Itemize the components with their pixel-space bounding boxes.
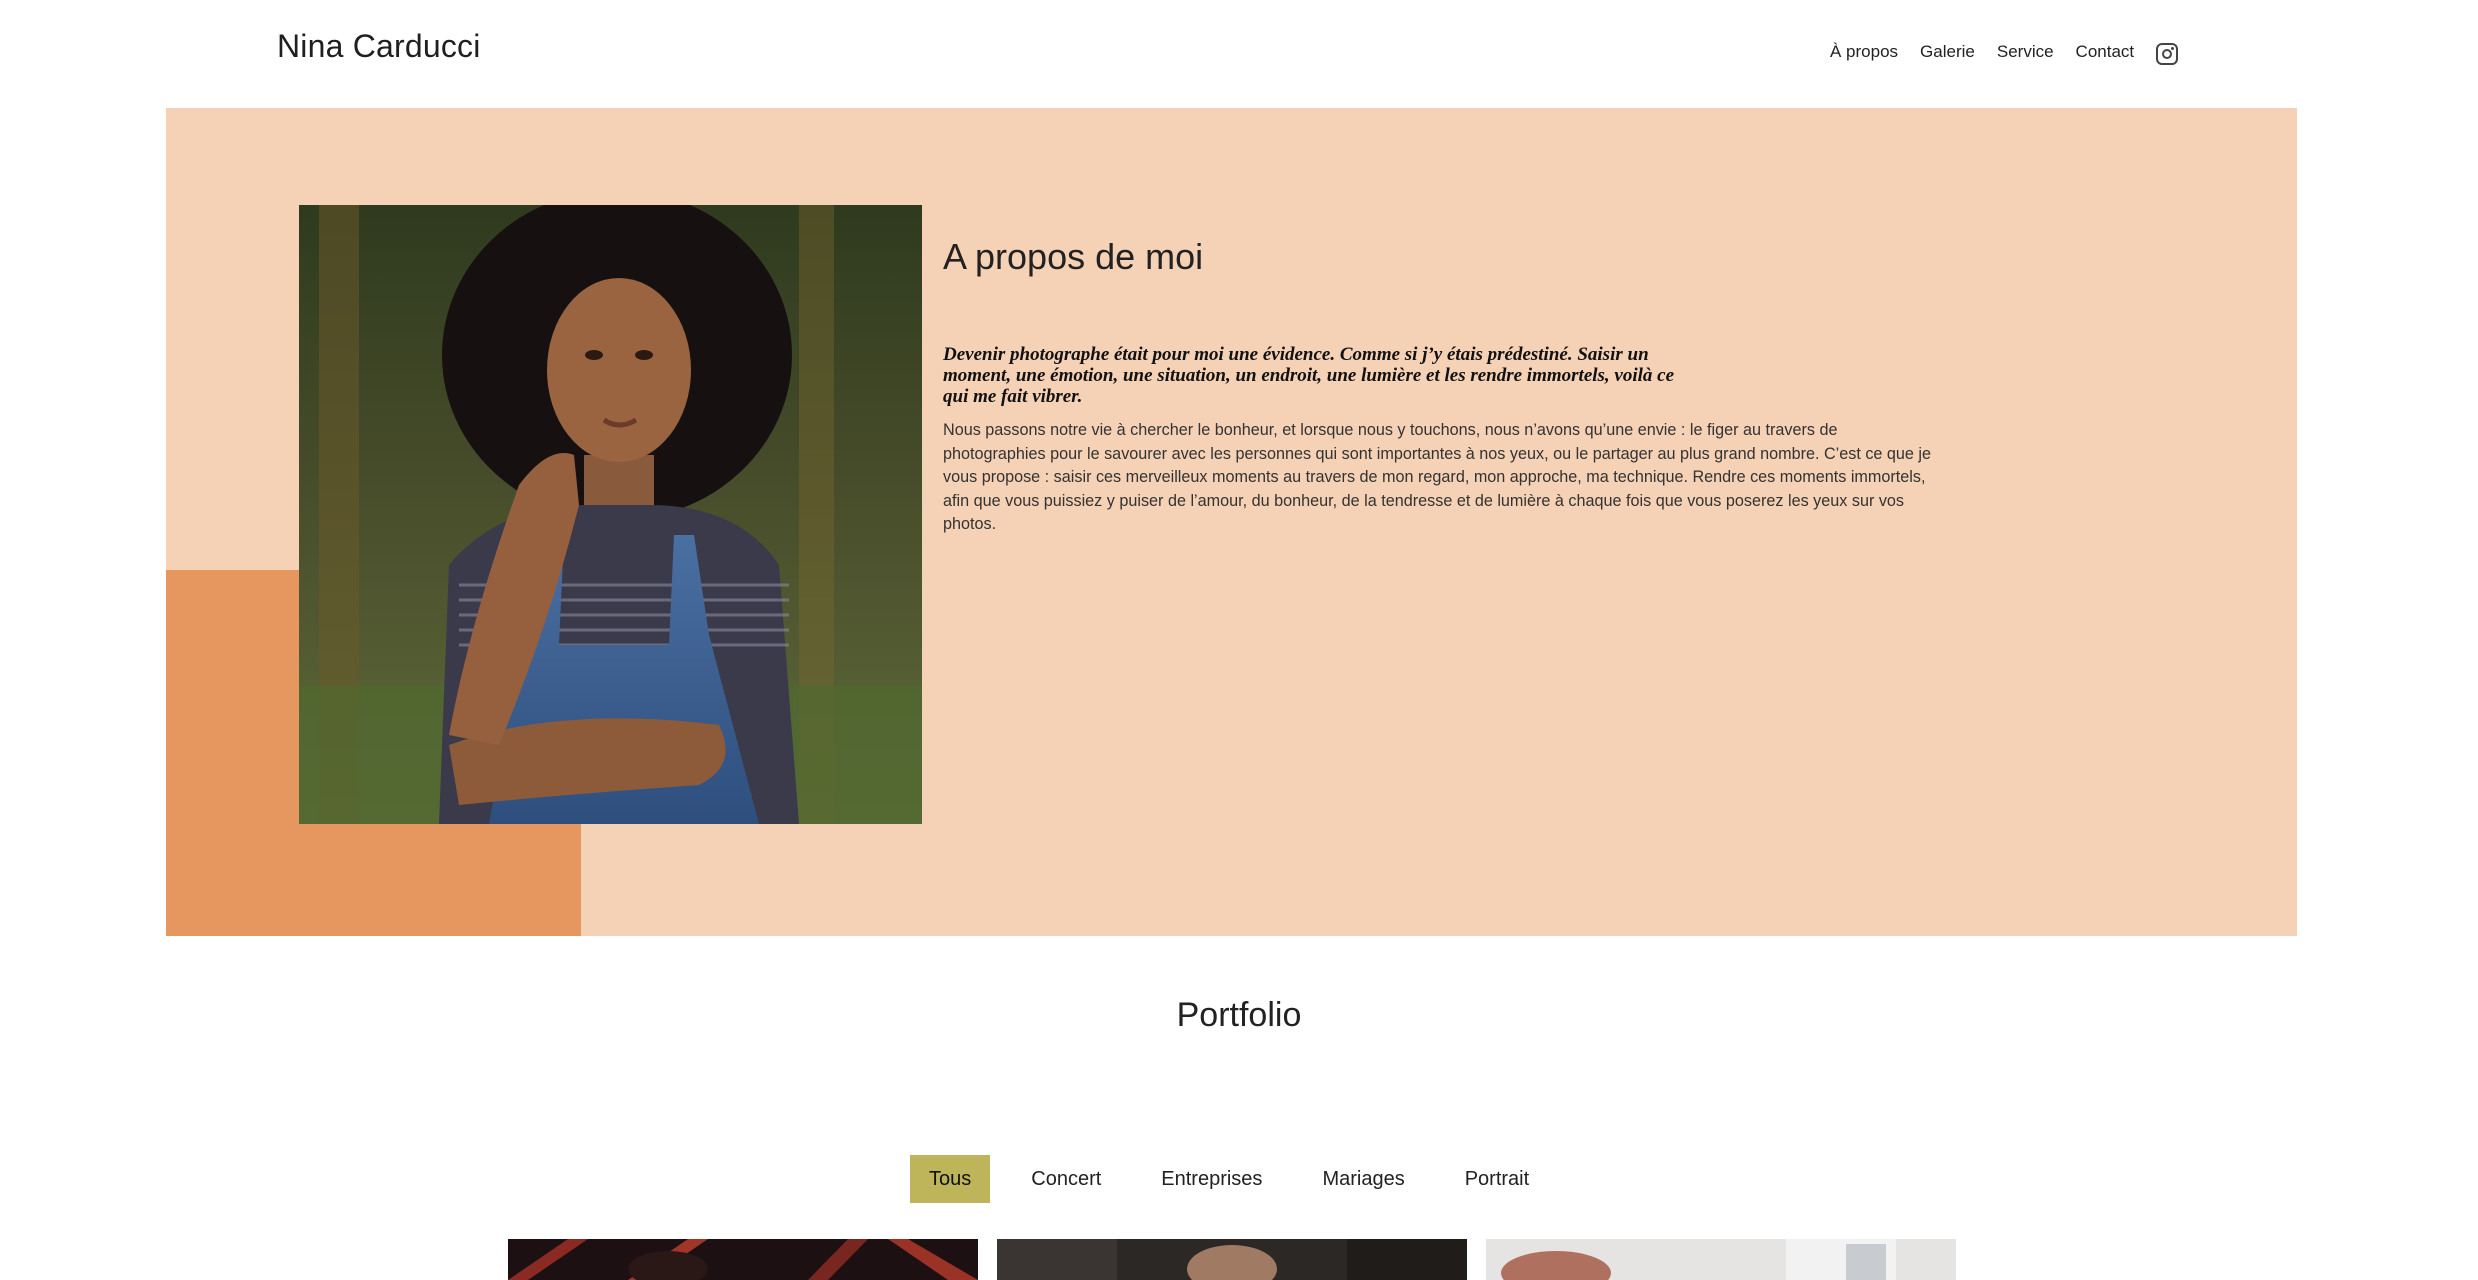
filter-mariages[interactable]: Mariages (1303, 1155, 1423, 1203)
site-title[interactable]: Nina Carducci (277, 28, 481, 65)
gallery-image-mariages[interactable] (1486, 1239, 1956, 1280)
about-title: A propos de moi (943, 236, 1204, 277)
nav-link-contact[interactable]: Contact (2076, 42, 2135, 62)
gallery-image-concert[interactable] (508, 1239, 978, 1280)
filter-concert[interactable]: Concert (1012, 1155, 1120, 1203)
filter-entreprises[interactable]: Entreprises (1142, 1155, 1281, 1203)
filter-tous[interactable]: Tous (910, 1155, 991, 1203)
about-quote: Devenir photographe était pour moi une é… (943, 344, 1675, 407)
about-section: A propos de moi Devenir photographe étai… (166, 108, 2297, 936)
portfolio-filters: Tous Concert Entreprises Mariages Portra… (910, 1155, 1570, 1203)
nav-link-galerie[interactable]: Galerie (1920, 42, 1975, 62)
main-nav: À propos Galerie Service Contact (1830, 38, 2179, 66)
nav-link-a-propos[interactable]: À propos (1830, 42, 1898, 62)
gallery-image-entreprises[interactable] (997, 1239, 1467, 1280)
about-body: Nous passons notre vie à chercher le bon… (943, 421, 1932, 533)
filter-portrait[interactable]: Portrait (1446, 1155, 1548, 1203)
instagram-icon[interactable] (2156, 42, 2179, 65)
nav-link-service[interactable]: Service (1997, 42, 2054, 62)
portfolio-title: Portfolio (1176, 996, 1302, 1034)
portrait-photo (299, 205, 922, 824)
